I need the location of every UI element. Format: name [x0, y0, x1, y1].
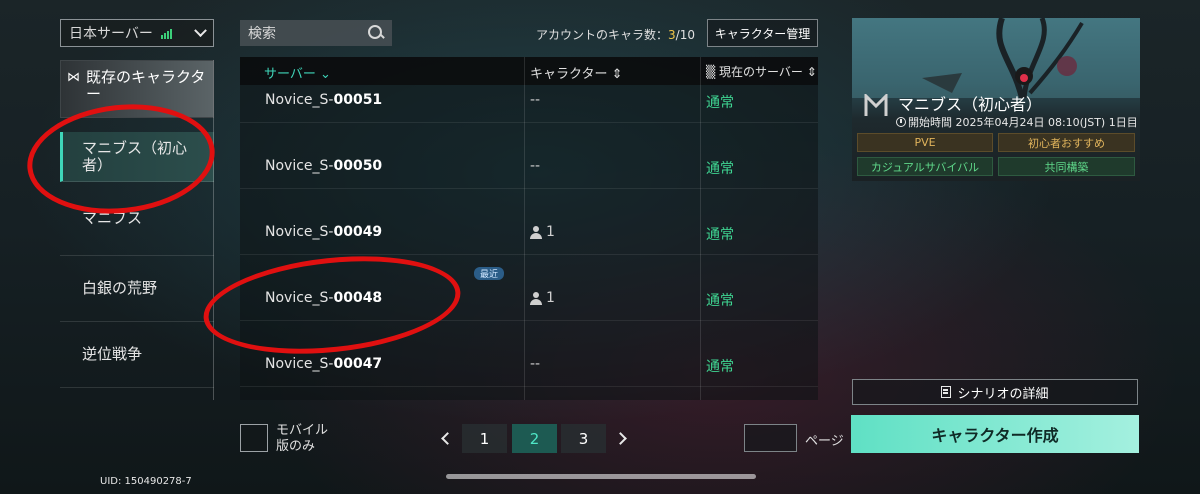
scenario-start-time: 開始時間 2025年04月24日 08:10(JST) 1日目 [896, 114, 1138, 130]
table-row[interactable]: Novice_S-00050 -- 通常 [240, 123, 818, 189]
page-next-icon[interactable] [614, 432, 627, 445]
signal-strength-icon [160, 27, 172, 39]
character-count: -- [530, 356, 541, 372]
search-placeholder: 検索 [248, 26, 276, 42]
server-name: Novice_S-00049 [265, 224, 383, 240]
clock-icon [896, 117, 906, 127]
server-name: Novice_S-00047 [265, 356, 383, 372]
tag-casual-survival: カジュアルサバイバル [857, 157, 993, 176]
account-character-count: アカウントのキャラ数：3/10 [536, 26, 695, 43]
character-count: -- [530, 158, 541, 174]
create-character-button[interactable]: キャラクター作成 [851, 415, 1139, 453]
sidebar-item-silver-wasteland[interactable]: 白銀の荒野 [60, 256, 214, 322]
butterfly-icon: ⋈ [67, 70, 80, 85]
server-status: 通常 [706, 293, 734, 309]
person-icon [530, 291, 542, 305]
scenario-art-image [852, 18, 1140, 98]
character-management-button[interactable]: キャラクター管理 [707, 19, 818, 47]
character-count: 1 [530, 290, 555, 306]
server-name: Novice_S-00050 [265, 158, 383, 174]
server-status: 通常 [706, 227, 734, 243]
search-input[interactable]: 検索 [240, 20, 392, 46]
tag-beginner-recommended: 初心者おすすめ [998, 133, 1135, 152]
scenario-card[interactable]: マニブス（初心者） 開始時間 2025年04月24日 08:10(JST) 1日… [852, 18, 1140, 181]
chevron-down-icon [194, 23, 207, 37]
sidebar-existing-label: 既存のキャラクター [86, 68, 206, 103]
sidebar-item-label: 白銀の荒野 [82, 279, 158, 297]
page-prev-icon[interactable] [441, 432, 454, 445]
server-name: Novice_S-00051 [265, 92, 383, 108]
sidebar-item-reverse-war[interactable]: 逆位戦争 [60, 322, 214, 388]
server-status: 通常 [706, 95, 734, 111]
character-count: -- [530, 92, 541, 108]
tag-co-building: 共同構築 [998, 157, 1135, 176]
count-current: 3 [668, 28, 676, 42]
character-count: 1 [530, 224, 555, 240]
page-button-2[interactable]: 2 [512, 424, 557, 453]
tag-pve: PVE [857, 133, 993, 152]
document-icon [941, 386, 952, 398]
page-button-3[interactable]: 3 [561, 424, 606, 453]
search-icon[interactable] [368, 25, 384, 41]
table-row[interactable]: Novice_S-00049 1 通常 [240, 189, 818, 255]
sidebar-item-label: 逆位戦争 [82, 345, 143, 363]
server-select-dropdown[interactable]: 日本サーバー [60, 19, 214, 47]
home-indicator-bar[interactable] [446, 474, 756, 479]
uid-label: UID: 150490278-7 [100, 476, 192, 487]
server-select-label: 日本サーバー [69, 26, 153, 42]
count-label: アカウントのキャラ数： [536, 28, 669, 42]
page-number-input[interactable] [744, 424, 797, 452]
manibus-logo-icon [864, 94, 888, 116]
scenario-details-button[interactable]: シナリオの詳細 [852, 379, 1138, 405]
scenario-details-label: シナリオの詳細 [957, 386, 1049, 402]
mobile-only-label: モバイル版のみ [276, 423, 329, 454]
count-total: /10 [675, 28, 695, 42]
server-status: 通常 [706, 359, 734, 375]
table-row[interactable]: Novice_S-00051 -- 通常 [240, 57, 818, 123]
person-icon [530, 225, 542, 239]
server-status: 通常 [706, 161, 734, 177]
scenario-title: マニブス（初心者） [898, 95, 1043, 114]
mobile-only-checkbox[interactable] [240, 424, 268, 452]
recent-badge: 最近 [474, 267, 504, 280]
page-label: ページ [805, 434, 844, 449]
sidebar-divider [213, 60, 214, 400]
page-button-1[interactable]: 1 [462, 424, 507, 453]
